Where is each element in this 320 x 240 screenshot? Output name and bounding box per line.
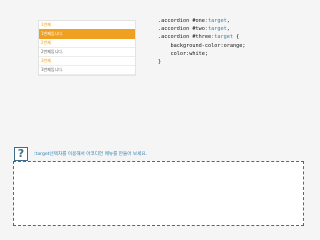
code-selector: .accordion #three	[158, 34, 212, 41]
code-pseudo-class: :target	[204, 18, 227, 24]
code-line-1: .accordion #one:target,	[158, 18, 230, 24]
task-instruction: ? :target선택자를 이용해서 아코디언 메뉴를 만들어 보세요.	[14, 147, 147, 161]
answer-area[interactable]	[13, 161, 304, 226]
code-selector: .accordion #two	[158, 26, 205, 33]
accordion-menu: 1번째 1번째입니다. 2번째 2번째입니다. 3번째 3번째입니다.	[38, 20, 136, 76]
question-mark-icon: ?	[14, 147, 28, 161]
code-punctuation: ,	[226, 18, 230, 24]
code-pseudo-class: :target	[204, 26, 227, 33]
task-text: :target선택자를 이용해서 아코디언 메뉴를 만들어 보세요.	[34, 152, 148, 157]
code-line-4: background-color:orange;	[158, 42, 246, 49]
code-pseudo-class: :target	[211, 34, 233, 41]
code-line-2: .accordion #two:target,	[158, 26, 230, 32]
code-punctuation: ,	[226, 26, 230, 33]
code-line-6: }	[158, 59, 162, 66]
css-code-sample: .accordion #one:target, .accordion #two:…	[158, 17, 245, 66]
code-line-3: .accordion #three:target {	[158, 34, 239, 40]
accordion-content-2: 2번째입니다.	[39, 47, 135, 57]
accordion-title-1[interactable]: 1번째	[39, 21, 135, 29]
code-punctuation: {	[232, 34, 240, 41]
code-selector: .accordion #one	[158, 18, 205, 24]
accordion-content-3: 3번째입니다.	[39, 65, 135, 75]
question-mark-glyph: ?	[17, 147, 25, 160]
accordion-title-3[interactable]: 3번째	[39, 57, 135, 65]
accordion-title-2[interactable]: 2번째	[39, 39, 135, 47]
accordion-content-1: 1번째입니다.	[39, 29, 135, 39]
code-line-5: color:white;	[158, 50, 208, 57]
